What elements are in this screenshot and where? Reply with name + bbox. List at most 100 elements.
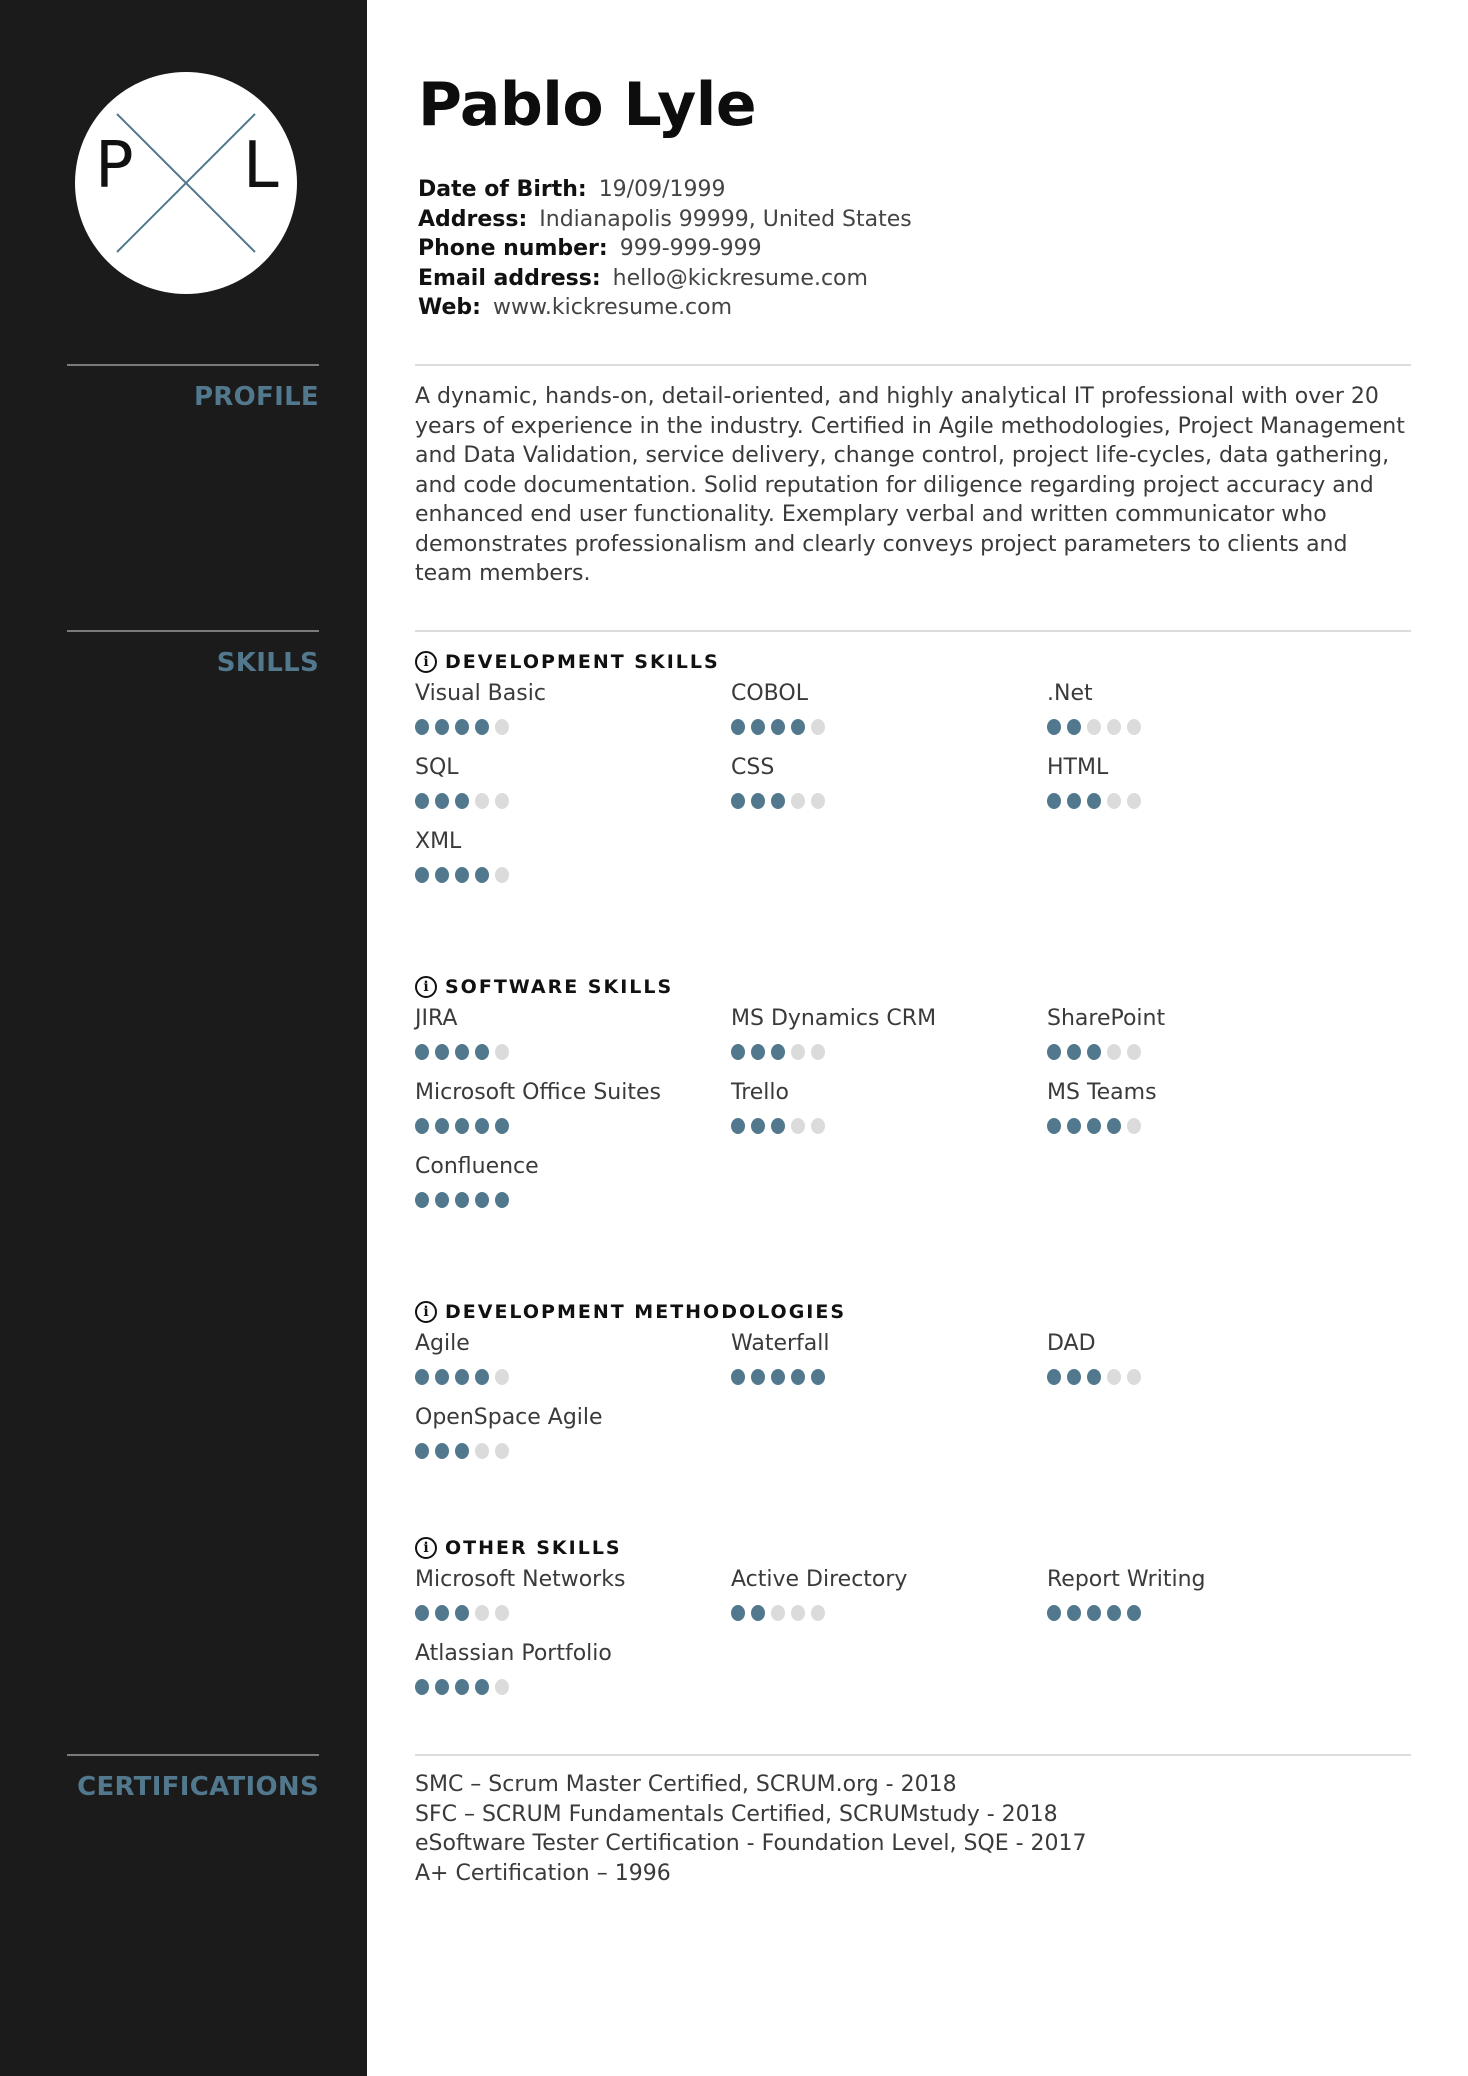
rating-dot-filled [495,1118,509,1134]
skill-name: Confluence [415,1154,539,1179]
certification-item: SFC – SCRUM Fundamentals Certified, SCRU… [415,1801,1058,1827]
skill-group-software: i SOFTWARE SKILLS JIRA MS Dynamics CRM Sha… [415,974,1411,1208]
rating-dot-filled [415,1044,429,1060]
rating-dot-filled [1087,793,1101,809]
skill-item: HTML [1047,755,1363,809]
skill-rating [731,793,1047,809]
skill-item: Microsoft Office Suites [415,1080,731,1134]
skill-rating [731,1369,1047,1385]
skill-item: JIRA [415,1006,731,1060]
skill-rating [1047,1369,1363,1385]
web-link[interactable]: www.kickresume.com [493,295,732,320]
rating-dot-empty [495,1679,509,1695]
skill-rating [1047,793,1363,809]
rating-dot-empty [811,793,825,809]
sidebar-section-profile: PROFILE [67,364,319,412]
rating-dot-filled [771,719,785,735]
rating-dot-empty [495,1044,509,1060]
rating-dot-filled [415,1118,429,1134]
profile-summary: A dynamic, hands-on, detail-oriented, an… [415,384,1405,586]
skill-name: Agile [415,1331,470,1356]
skill-rating [415,1044,731,1060]
rating-dot-filled [811,1369,825,1385]
email-link[interactable]: hello@kickresume.com [613,266,868,291]
skill-rating [415,719,731,735]
contact-value: 999-999-999 [619,236,762,261]
skill-item: .Net [1047,681,1363,735]
rating-dot-filled [751,1369,765,1385]
contact-label: Date of Birth: [418,177,587,202]
section-title-certifications: CERTIFICATIONS [77,1772,319,1802]
rating-dot-filled [1047,1605,1061,1621]
skill-item: SharePoint [1047,1006,1363,1060]
rating-dot-filled [791,719,805,735]
contact-label: Email address: [418,265,601,291]
rating-dot-filled [1067,1118,1081,1134]
rating-dot-filled [455,1443,469,1459]
rating-dot-empty [495,719,509,735]
rating-dot-filled [475,1192,489,1208]
divider [67,364,319,366]
rating-dot-filled [455,1605,469,1621]
rating-dot-filled [1087,1369,1101,1385]
section-title-skills: SKILLS [216,648,319,678]
rating-dot-filled [435,1369,449,1385]
info-icon: i [415,651,437,673]
contact-value: 19/09/1999 [598,177,726,202]
rating-dot-empty [495,867,509,883]
skill-rating [415,1369,731,1385]
rating-dot-empty [811,1044,825,1060]
skill-group-title: OTHER SKILLS [445,1537,622,1559]
rating-dot-filled [731,1118,745,1134]
skill-item: Agile [415,1331,731,1385]
rating-dot-filled [435,1118,449,1134]
skill-group-development: i DEVELOPMENT SKILLS Visual Basic COBOL .N… [415,649,1411,883]
rating-dot-empty [1127,793,1141,809]
skill-name: COBOL [731,681,808,706]
rating-dot-empty [495,793,509,809]
skill-name: Active Directory [731,1567,908,1592]
rating-dot-empty [1107,719,1121,735]
rating-dot-filled [1047,1118,1061,1134]
certification-item: SMC – Scrum Master Certified, SCRUM.org … [415,1772,957,1797]
skill-item: Microsoft Networks [415,1567,731,1621]
skill-name: MS Dynamics CRM [731,1006,937,1031]
skill-item: SQL [415,755,731,809]
skill-name: Microsoft Office Suites [415,1080,661,1105]
rating-dot-filled [435,1605,449,1621]
skill-grid: Agile Waterfall DAD OpenSpace Agile [415,1331,1411,1459]
rating-dot-filled [1107,1118,1121,1134]
skill-item: Trello [731,1080,1047,1134]
skill-item: Waterfall [731,1331,1047,1385]
rating-dot-filled [455,793,469,809]
rating-dot-empty [495,1605,509,1621]
skill-item: COBOL [731,681,1047,735]
contact-info: Date of Birth: 19/09/1999 Address: Indiana… [418,175,912,323]
skill-group-other: i OTHER SKILLS Microsoft Networks Active … [415,1535,1411,1695]
rating-dot-filled [455,1118,469,1134]
rating-dot-filled [415,719,429,735]
rating-dot-filled [791,1369,805,1385]
info-icon: i [415,1537,437,1559]
rating-dot-filled [435,719,449,735]
rating-dot-empty [811,1118,825,1134]
rating-dot-filled [415,1679,429,1695]
rating-dot-filled [1087,1118,1101,1134]
rating-dot-filled [1047,1369,1061,1385]
skill-group-header: i OTHER SKILLS [415,1535,1411,1561]
skill-rating [1047,719,1363,735]
rating-dot-empty [791,1118,805,1134]
skill-rating [731,1605,1047,1621]
sidebar: P L PROFILE SKILLS CERTIFICATIONS [0,0,367,2076]
skill-group-header: i DEVELOPMENT SKILLS [415,649,1411,675]
skill-rating [731,1118,1047,1134]
rating-dot-filled [731,719,745,735]
skill-item: MS Teams [1047,1080,1363,1134]
rating-dot-empty [791,1044,805,1060]
rating-dot-filled [455,867,469,883]
skill-grid: Visual Basic COBOL .Net SQL CSS HTML XML [415,681,1411,883]
rating-dot-filled [475,1369,489,1385]
skill-rating [415,1192,731,1208]
rating-dot-filled [415,867,429,883]
rating-dot-empty [495,1369,509,1385]
